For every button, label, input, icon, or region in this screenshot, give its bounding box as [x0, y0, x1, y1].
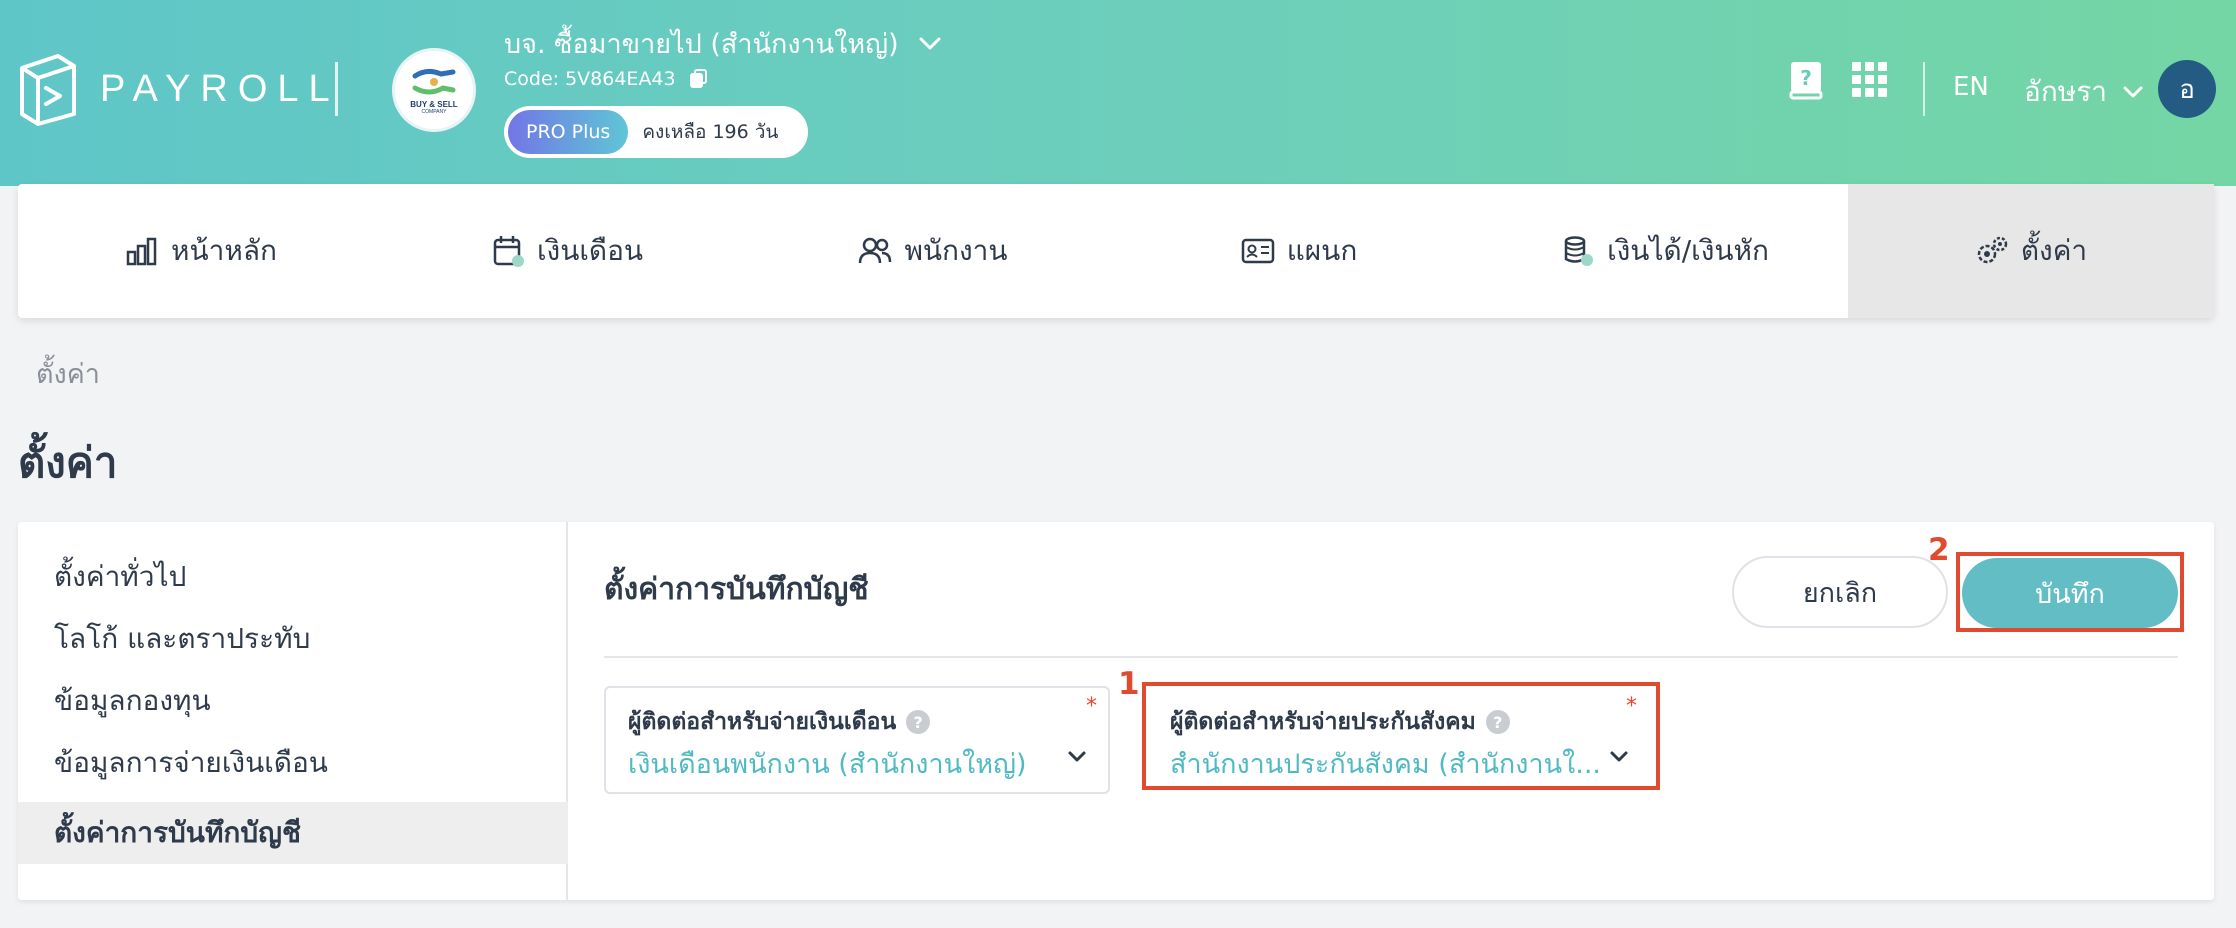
salary-contact-select[interactable]: ผู้ติดต่อสำหรับจ่ายเงินเดือน ? * เงินเดื… — [604, 686, 1110, 794]
plan-remaining: คงเหลือ 196 วัน — [642, 121, 779, 143]
chevron-down-icon — [919, 37, 941, 49]
nav-item-income-deduction[interactable]: เงินได้/เงินหัก — [1482, 184, 1848, 318]
id-card-icon — [1241, 238, 1274, 264]
payroll-logo[interactable]: PAYROLL — [18, 52, 340, 126]
required-marker: * — [1086, 694, 1097, 719]
people-icon — [859, 237, 892, 264]
language-toggle[interactable]: EN — [1953, 72, 1989, 102]
section-title: ตั้งค่าการบันทึกบัญชี — [604, 572, 869, 607]
nav-label: หน้าหลัก — [171, 234, 277, 267]
company-name: บจ. ซื้อมาขายไป (สำนักงานใหญ่) — [504, 29, 899, 60]
plan-status[interactable]: PRO Plus คงเหลือ 196 วัน — [504, 106, 808, 158]
nav-item-settings[interactable]: ตั้งค่า — [1848, 184, 2214, 318]
nav-label: พนักงาน — [904, 234, 1008, 267]
sidebar-item-general[interactable]: ตั้งค่าทั่วไป — [18, 546, 568, 608]
payroll-logo-icon — [20, 54, 76, 126]
sidebar-item-payment[interactable]: ข้อมูลการจ่ายเงินเดือน — [18, 732, 568, 794]
social-security-field-highlight — [1142, 682, 1660, 790]
chevron-down-icon — [1068, 751, 1086, 762]
breadcrumb[interactable]: ตั้งค่า — [36, 352, 100, 395]
nav-item-salary[interactable]: เงินเดือน — [384, 184, 750, 318]
copy-icon[interactable] — [689, 69, 708, 89]
help-book-icon[interactable]: ? — [1788, 60, 1824, 100]
nav-label: เงินเดือน — [536, 234, 644, 267]
user-avatar[interactable]: อ — [2158, 60, 2216, 118]
settings-card: ตั้งค่าทั่วไป โลโก้ และตราประทับ ข้อมูลก… — [18, 522, 2214, 900]
main-nav: หน้าหลัก เงินเดือน พนักงาน แผนก เงินได้/… — [18, 184, 2214, 318]
chart-icon — [126, 237, 157, 266]
payroll-logo-text: PAYROLL — [100, 67, 340, 110]
chevron-down-icon — [2123, 86, 2143, 98]
cancel-button[interactable]: ยกเลิก — [1732, 556, 1948, 628]
step-1-marker: 1 — [1118, 666, 1140, 702]
sidebar-item-logo-stamp[interactable]: โลโก้ และตราประทับ — [18, 608, 568, 670]
apps-grid-icon[interactable] — [1852, 60, 1888, 100]
nav-label: แผนก — [1286, 234, 1358, 267]
nav-item-home[interactable]: หน้าหลัก — [18, 184, 384, 318]
company-logo-caption: BUY & SELL — [410, 99, 458, 109]
company-logo-caption-2: COMPANY — [421, 108, 447, 115]
company-logo[interactable]: BUY & SELL COMPANY — [392, 48, 476, 132]
company-selector[interactable]: บจ. ซื้อมาขายไป (สำนักงานใหญ่) — [504, 22, 941, 65]
settings-sidebar: ตั้งค่าทั่วไป โลโก้ และตราประทับ ข้อมูลก… — [18, 522, 568, 900]
field-label-row: ผู้ติดต่อสำหรับจ่ายเงินเดือน ? — [628, 704, 931, 740]
user-menu[interactable]: อักษรา — [2024, 70, 2143, 114]
company-code-row: Code: 5V864EA43 — [504, 68, 708, 90]
save-button-highlight — [1956, 552, 2184, 632]
help-icon[interactable]: ? — [906, 710, 931, 734]
salary-contact-value: เงินเดือนพนักงาน (สำนักงานใหญ่) — [628, 749, 1027, 780]
salary-contact-label: ผู้ติดต่อสำหรับจ่ายเงินเดือน — [628, 709, 897, 735]
nav-label: เงินได้/เงินหัก — [1607, 234, 1769, 267]
nav-label: ตั้งค่า — [2020, 234, 2088, 267]
section-divider — [604, 656, 2178, 658]
top-header: PAYROLL BUY & SELL COMPANY บจ. ซื้อมาขาย… — [0, 0, 2236, 186]
step-2-marker: 2 — [1928, 532, 1950, 568]
page-title: ตั้งค่า — [18, 438, 118, 487]
company-code: Code: 5V864EA43 — [504, 68, 676, 90]
nav-item-department[interactable]: แผนก — [1116, 184, 1482, 318]
sidebar-item-accounting[interactable]: ตั้งค่าการบันทึกบัญชี — [18, 802, 568, 864]
plan-badge: PRO Plus — [508, 110, 629, 154]
user-name: อักษรา — [2024, 75, 2107, 108]
header-separator — [1923, 62, 1925, 116]
svg-text:?: ? — [1800, 66, 1812, 90]
nav-item-employees[interactable]: พนักงาน — [750, 184, 1116, 318]
coins-icon — [1564, 236, 1594, 266]
calendar-icon — [493, 236, 524, 267]
handshake-icon — [412, 68, 456, 94]
header-divider — [335, 62, 338, 116]
sidebar-item-fund[interactable]: ข้อมูลกองทุน — [18, 670, 568, 732]
gears-icon — [1977, 236, 2008, 264]
